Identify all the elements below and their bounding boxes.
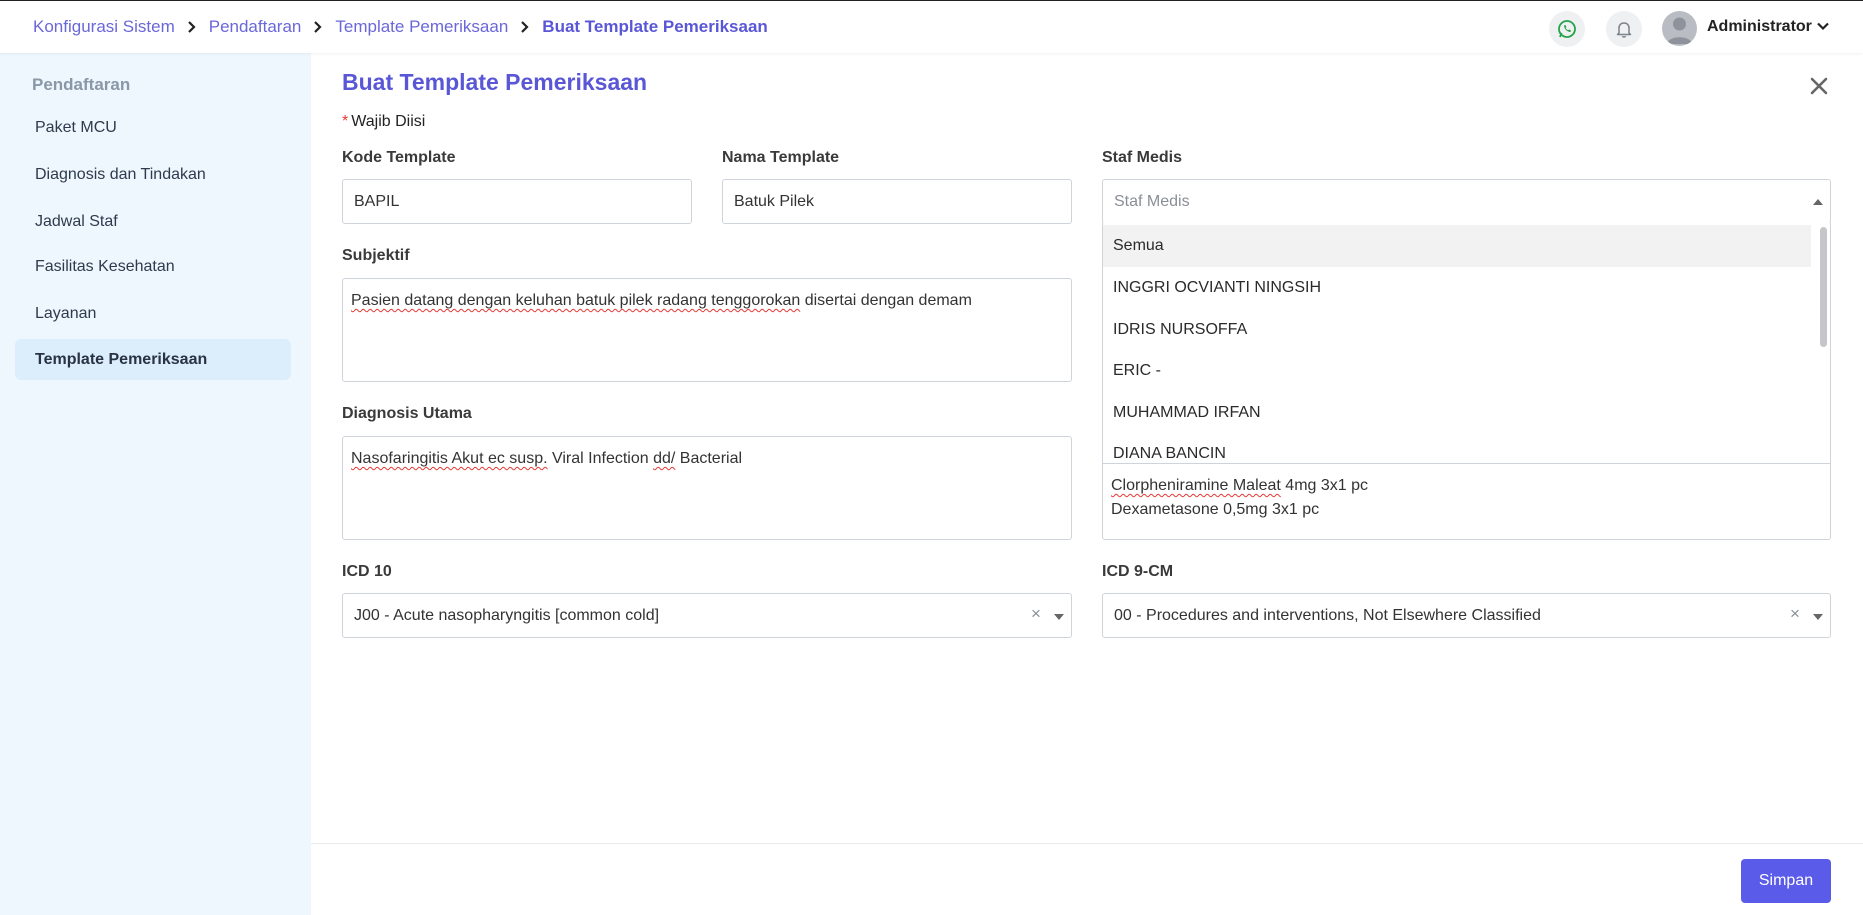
terapi-line-1: Clorpheniramine Maleat 4mg 3x1 pc [1111,477,1369,494]
sidebar-item-template-pemeriksaan[interactable]: Template Pemeriksaan [15,339,291,380]
diagnosis-utama-textarea[interactable]: Nasofaringitis Akut ec susp. Viral Infec… [342,436,1072,540]
sidebar-item-layanan[interactable]: Layanan [15,293,291,334]
sidebar-item-jadwal-staf[interactable]: Jadwal Staf [15,201,291,242]
footer: Simpan [311,843,1863,915]
breadcrumb-current: Buat Template Pemeriksaan [542,17,768,36]
icd10-label: ICD 10 [342,563,392,580]
sidebar-item-label: Paket MCU [35,118,117,136]
bell-icon [1616,22,1632,38]
required-note: * Wajib Diisi [342,113,426,130]
save-button[interactable]: Simpan [1741,859,1831,903]
sidebar: Pendaftaran Paket MCU Diagnosis dan Tind… [0,53,311,915]
sidebar-item-label: Jadwal Staf [35,212,118,230]
chevron-right-icon [520,21,530,33]
user-name[interactable]: Administrator [1707,18,1812,36]
dropdown-scrollbar[interactable] [1820,227,1827,347]
sidebar-item-label: Template Pemeriksaan [35,350,208,368]
avatar[interactable] [1662,11,1697,46]
top-bar: Konfigurasi Sistem Pendaftaran Template … [0,0,1863,53]
caret-up-icon[interactable] [1813,199,1823,205]
kode-template-input[interactable]: BAPIL [342,179,692,224]
chevron-right-icon [313,21,323,33]
terapi-line-2: Dexametasone 0,5mg 3x1 pc [1111,501,1320,518]
dropdown-option[interactable]: IDRIS NURSOFFA [1103,309,1811,351]
close-icon[interactable] [1808,75,1830,97]
staf-medis-placeholder: Staf Medis [1114,192,1190,210]
dropdown-option[interactable]: Semua [1103,225,1811,267]
nama-template-label: Nama Template [722,149,840,166]
caret-down-icon[interactable] [1054,614,1064,620]
chevron-down-icon[interactable] [1817,21,1829,31]
sidebar-item-fasilitas-kesehatan[interactable]: Fasilitas Kesehatan [15,246,291,287]
whatsapp-button[interactable] [1549,11,1585,47]
icd10-select[interactable]: J00 - Acute nasopharyngitis [common cold… [342,593,1072,638]
staf-medis-label: Staf Medis [1102,149,1183,166]
dropdown-option[interactable]: ERIC - [1103,350,1811,392]
clear-icon[interactable]: × [1790,604,1800,624]
notification-button[interactable] [1606,11,1642,47]
breadcrumb-pendaftaran[interactable]: Pendaftaran [209,17,302,37]
staf-medis-dropdown: Semua INGGRI OCVIANTI NINGSIH IDRIS NURS… [1102,223,1831,464]
dropdown-option[interactable]: MUHAMMAD IRFAN [1103,392,1811,434]
whatsapp-icon [1558,20,1576,38]
staf-medis-select[interactable]: Staf Medis [1102,179,1831,224]
user-avatar-icon [1667,17,1692,44]
sidebar-heading: Pendaftaran [32,75,131,94]
page-title: Buat Template Pemeriksaan [342,69,648,95]
subjektif-label: Subjektif [342,247,410,264]
icd9-select[interactable]: 00 - Procedures and interventions, Not E… [1102,593,1831,638]
diagnosis-utama-label: Diagnosis Utama [342,405,472,422]
dropdown-option[interactable]: INGGRI OCVIANTI NINGSIH [1103,267,1811,309]
kode-template-label: Kode Template [342,149,456,166]
dropdown-option[interactable]: DIANA BANCIN [1103,433,1811,463]
sidebar-item-paket-mcu[interactable]: Paket MCU [15,107,291,148]
sidebar-item-diagnosis-dan-tindakan[interactable]: Diagnosis dan Tindakan [15,154,291,195]
subjektif-textarea[interactable]: Pasien datang dengan keluhan batuk pilek… [342,278,1072,382]
caret-down-icon[interactable] [1813,614,1823,620]
nama-template-input[interactable]: Batuk Pilek [722,179,1072,224]
icd9-label: ICD 9-CM [1102,563,1174,580]
breadcrumb-template-pemeriksaan[interactable]: Template Pemeriksaan [335,17,508,37]
breadcrumb-konfigurasi-sistem[interactable]: Konfigurasi Sistem [33,17,175,37]
clear-icon[interactable]: × [1031,604,1041,624]
sidebar-item-label: Diagnosis dan Tindakan [35,165,206,183]
breadcrumb: Konfigurasi Sistem Pendaftaran Template … [33,17,768,37]
chevron-right-icon [187,21,197,33]
sidebar-item-label: Fasilitas Kesehatan [35,257,175,275]
sidebar-item-label: Layanan [35,304,97,322]
required-star: * [342,113,349,130]
